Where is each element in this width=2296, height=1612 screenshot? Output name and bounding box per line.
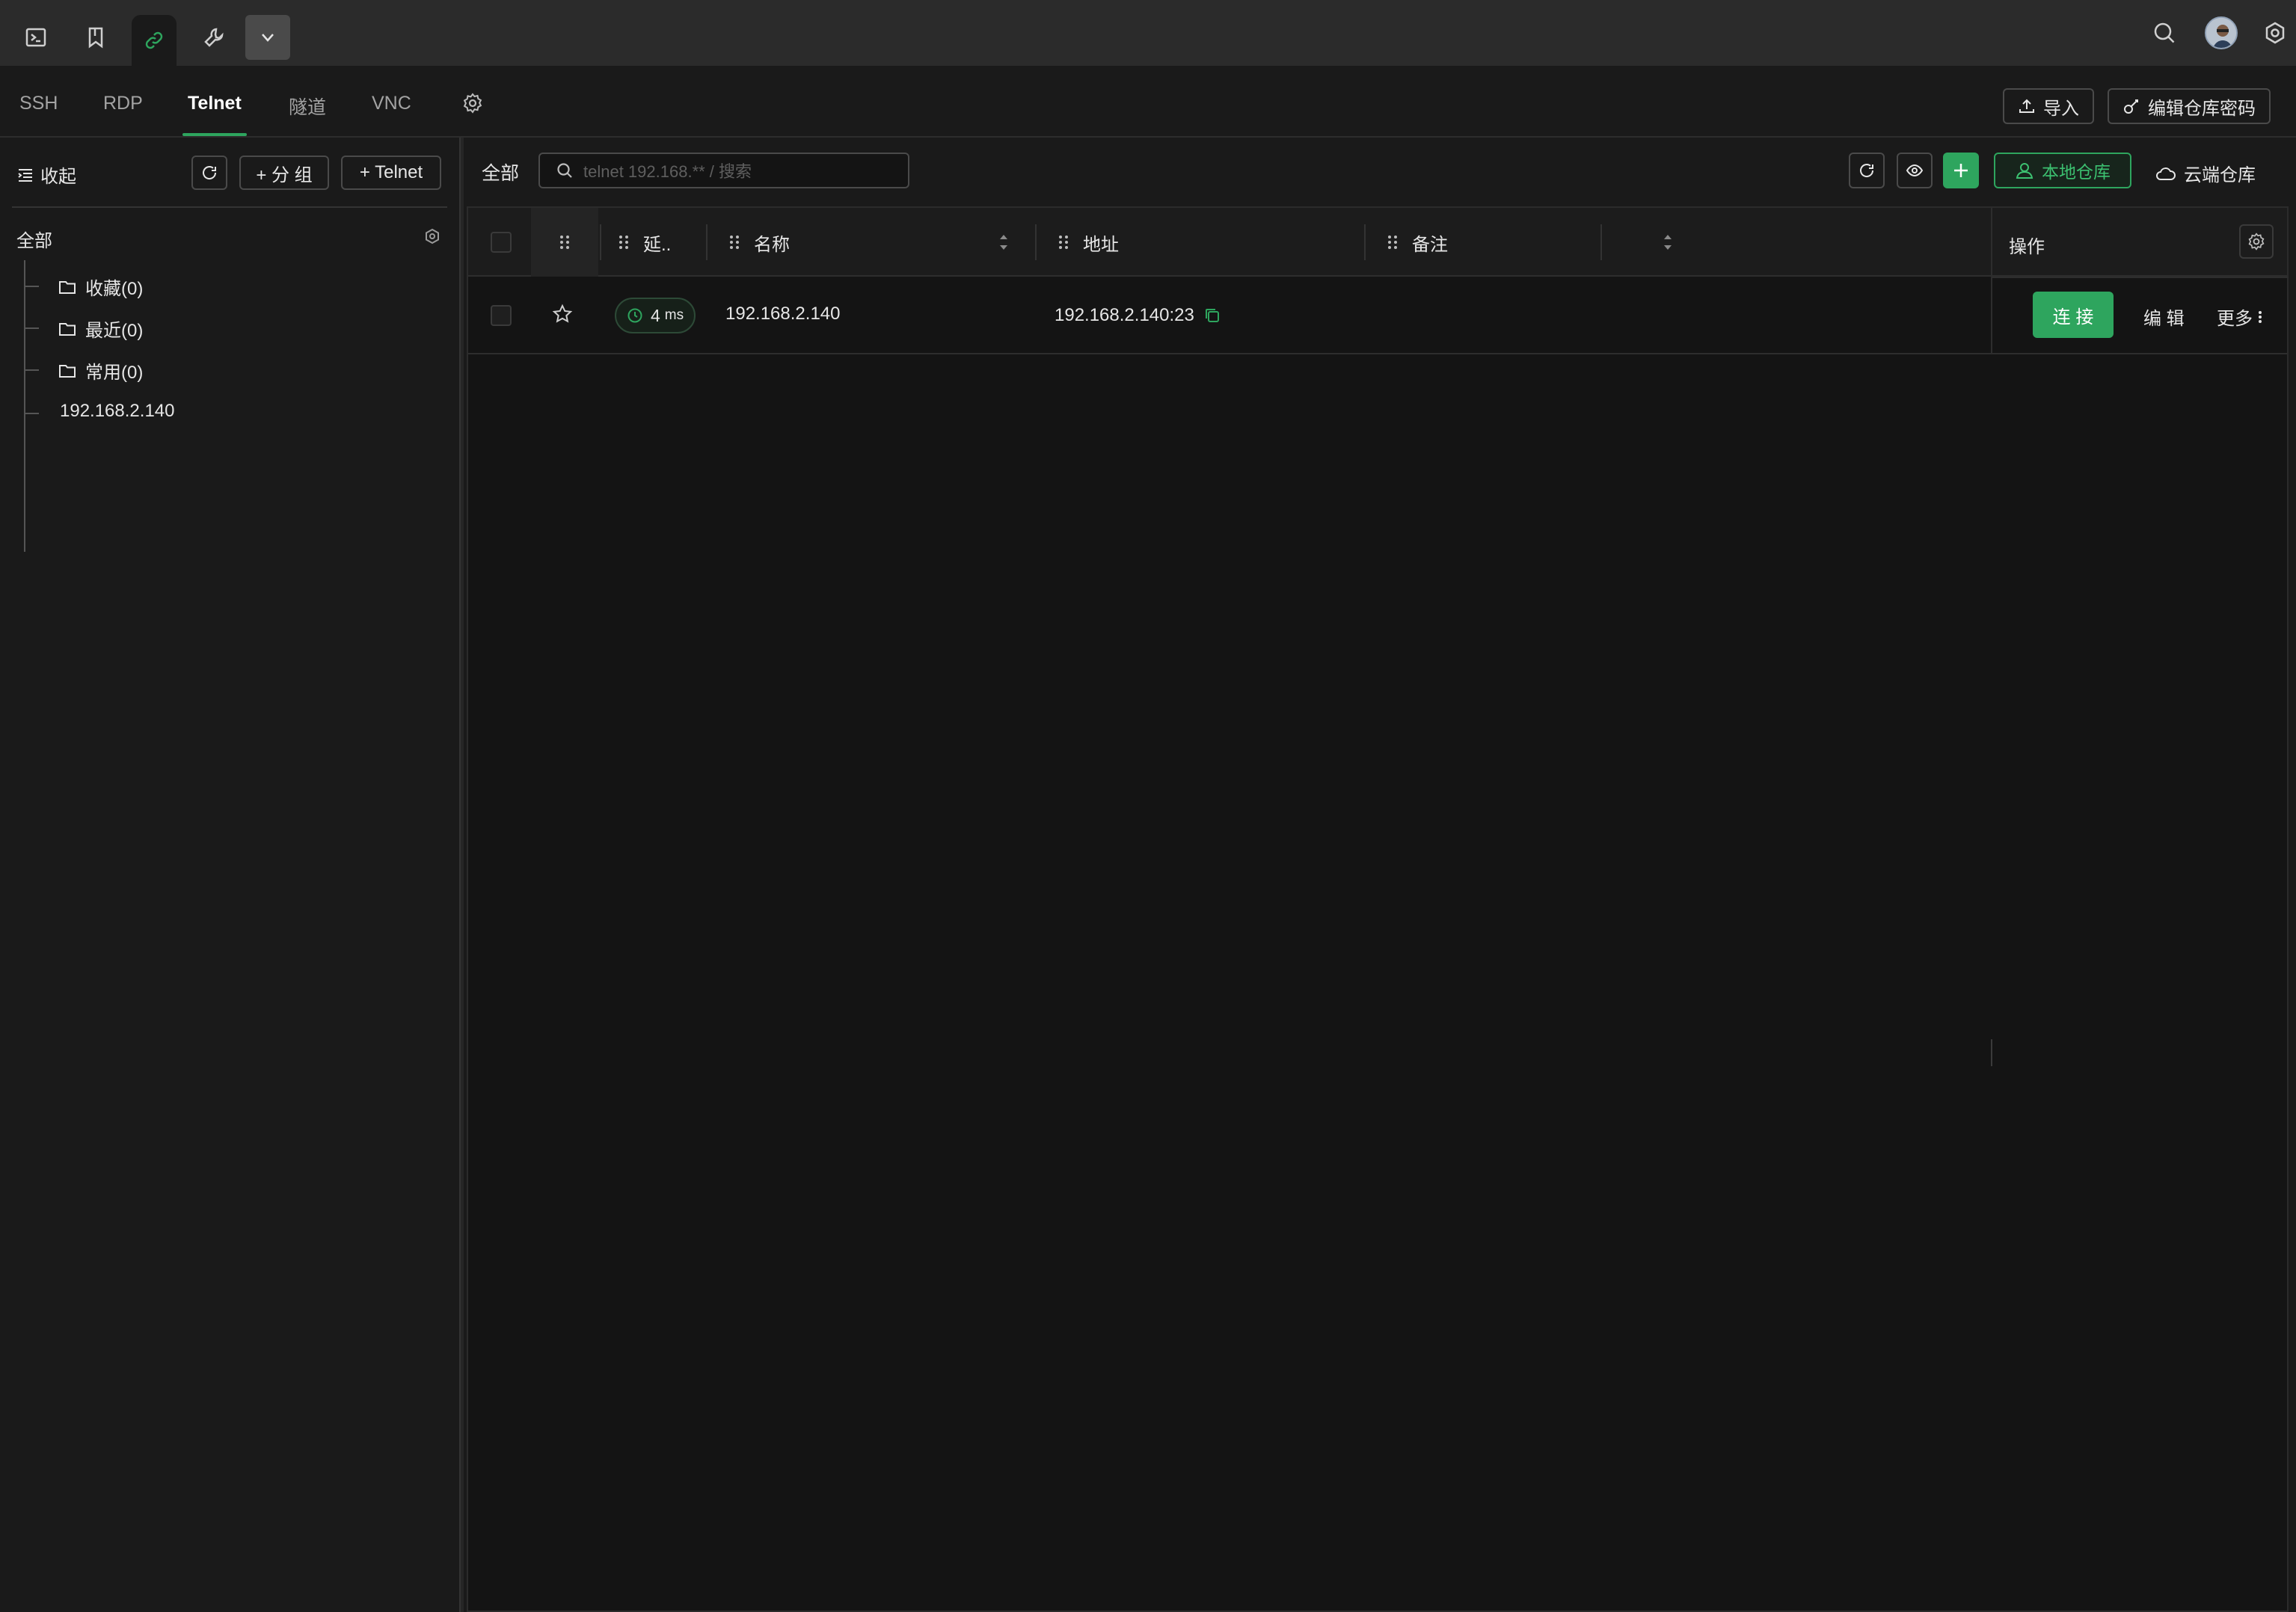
cloud-icon	[2156, 167, 2176, 180]
edit-vault-password-button[interactable]: 编辑仓库密码	[2108, 88, 2271, 124]
column-separator[interactable]	[1600, 224, 1602, 260]
row-name: 192.168.2.140	[725, 304, 841, 324]
title-bar	[0, 0, 2296, 66]
column-separator[interactable]	[706, 224, 707, 260]
eye-icon	[1906, 164, 1924, 177]
row-address: 192.168.2.140:23	[1055, 305, 1221, 326]
drag-handle-icon	[560, 236, 569, 249]
search-placeholder: telnet 192.168.** / 搜索	[583, 162, 752, 181]
copy-icon[interactable]	[1203, 307, 1221, 324]
refresh-list-button[interactable]	[1849, 153, 1885, 188]
tree-folder-recent[interactable]: 最近(0)	[58, 316, 143, 342]
tree-guide	[24, 286, 39, 287]
list-collapse-icon	[18, 168, 32, 182]
connect-button[interactable]: 连 接	[2033, 292, 2114, 338]
more-button[interactable]: 更多	[2217, 304, 2263, 330]
tree-host-item[interactable]: 192.168.2.140	[60, 401, 174, 422]
more-vertical-icon	[2259, 310, 2262, 323]
main-content: 全部 telnet 192.168.** / 搜索 本地仓库 云端仓库 延..	[464, 138, 2296, 1612]
edit-button[interactable]: 编 辑	[2143, 304, 2185, 330]
tab-tunnel[interactable]: 隧道	[289, 93, 326, 120]
refresh-icon	[1860, 164, 1874, 177]
add-telnet-button[interactable]: + Telnet	[341, 156, 441, 190]
latency-badge: 4 ms	[615, 298, 696, 333]
column-separator[interactable]	[600, 224, 601, 260]
column-settings-button[interactable]	[2239, 224, 2274, 259]
row-checkbox[interactable]	[491, 305, 512, 326]
cloud-vault-button[interactable]: 云端仓库	[2155, 160, 2256, 186]
refresh-icon	[203, 166, 217, 179]
tab-rdp[interactable]: RDP	[103, 93, 143, 114]
wrench-icon[interactable]	[191, 15, 236, 60]
search-input[interactable]: telnet 192.168.** / 搜索	[538, 153, 909, 188]
tree-folder-favorites[interactable]: 收藏(0)	[58, 274, 143, 300]
tab-telnet[interactable]: Telnet	[188, 93, 242, 114]
tree-root-all[interactable]: 全部	[16, 226, 52, 252]
drag-handle-icon	[619, 236, 628, 249]
scope-label: 全部	[482, 163, 520, 184]
search-icon	[557, 163, 572, 178]
chevron-down-icon[interactable]	[245, 15, 290, 60]
column-latency[interactable]: 延..	[616, 208, 671, 277]
bookmark-icon[interactable]	[73, 15, 118, 60]
drag-handle-icon	[730, 236, 739, 249]
column-name[interactable]: 名称	[727, 208, 1026, 277]
plus-icon	[1954, 164, 1968, 177]
folder-icon	[59, 280, 76, 294]
active-tab-indicator	[182, 133, 247, 136]
divider	[1992, 277, 2289, 278]
tab-ssh[interactable]: SSH	[19, 93, 58, 114]
drag-handle-icon	[1059, 236, 1068, 249]
add-host-button[interactable]	[1943, 153, 1979, 188]
tree-guide	[24, 413, 39, 414]
add-group-button[interactable]: + 分 组	[239, 156, 329, 190]
local-vault-button[interactable]: 本地仓库	[1994, 153, 2131, 188]
tree-guide	[24, 260, 25, 552]
tab-settings-icon[interactable]	[462, 93, 483, 114]
column-resize-handle[interactable]	[1991, 1039, 1992, 1066]
drag-handle-icon	[1388, 236, 1397, 249]
upload-icon	[2019, 99, 2034, 113]
folder-icon	[59, 364, 76, 378]
actions-column: 操作 连 接 编 辑 更多	[1991, 208, 2289, 354]
column-actions: 操作	[2009, 237, 2045, 257]
tree-guide	[24, 327, 39, 329]
collapse-button[interactable]: 收起	[16, 161, 76, 188]
import-button[interactable]: 导入	[2003, 88, 2094, 124]
key-icon	[2124, 99, 2138, 114]
tree-folder-common[interactable]: 常用(0)	[58, 357, 143, 384]
avatar[interactable]	[2203, 15, 2239, 51]
column-note[interactable]: 备注	[1385, 208, 1684, 277]
divider	[12, 206, 447, 208]
drag-handle-column[interactable]	[531, 208, 598, 277]
search-icon[interactable]	[2146, 15, 2182, 51]
terminal-icon[interactable]	[13, 15, 58, 60]
select-all-checkbox[interactable]	[491, 208, 512, 277]
tree-guide	[24, 369, 39, 371]
link-icon[interactable]	[132, 15, 177, 66]
settings-icon[interactable]	[2257, 15, 2293, 51]
protocol-tabs: SSH RDP Telnet 隧道 VNC	[0, 66, 2296, 138]
gear-icon	[2248, 233, 2265, 250]
favorite-star-icon[interactable]	[552, 304, 573, 324]
column-address[interactable]: 地址	[1056, 208, 1119, 277]
tree-settings-icon[interactable]	[423, 227, 441, 245]
refresh-button[interactable]	[191, 156, 227, 190]
hosts-table: 延.. 名称 地址 备注 4 ms 192.168.2.140 192.168.…	[467, 206, 2289, 1612]
sidebar: 收起 + 分 组 + Telnet 全部 收藏(0) 最近(0) 常用(0) 1…	[0, 138, 459, 1612]
toggle-visibility-button[interactable]	[1897, 153, 1933, 188]
column-separator[interactable]	[1364, 224, 1366, 260]
user-icon	[2016, 163, 2033, 179]
folder-icon	[59, 322, 76, 336]
clock-icon	[627, 308, 642, 323]
tab-vnc[interactable]: VNC	[372, 93, 411, 114]
column-separator[interactable]	[1035, 224, 1037, 260]
sort-icon[interactable]	[1662, 230, 1674, 254]
sort-icon[interactable]	[998, 230, 1010, 254]
